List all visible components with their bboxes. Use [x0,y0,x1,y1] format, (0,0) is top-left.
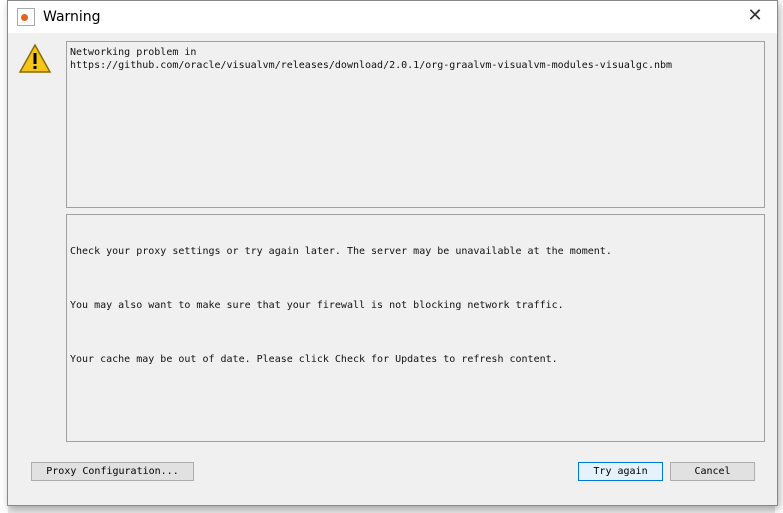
warning-dialog: Warning ✕ Networking problem in https://g… [7,0,778,506]
details-area: Check your proxy settings or try again l… [66,214,765,442]
message-url: https://github.com/oracle/visualvm/relea… [70,60,673,71]
dialog-title: Warning [43,9,101,25]
message-area: Networking problem in https://github.com/… [66,41,765,208]
title-bar: Warning ✕ [8,1,777,33]
detail-line: Your cache may be out of date. Please cl… [70,354,558,365]
try-again-button[interactable]: Try again [578,462,663,481]
close-icon[interactable]: ✕ [743,5,767,26]
app-icon [17,8,35,26]
warning-triangle-icon [18,43,52,73]
proxy-configuration-button[interactable]: Proxy Configuration... [31,462,194,481]
detail-line: You may also want to make sure that your… [70,300,564,311]
detail-line: Check your proxy settings or try again l… [70,246,612,257]
cancel-button[interactable]: Cancel [670,462,755,481]
message-line: Networking problem in [70,47,197,58]
